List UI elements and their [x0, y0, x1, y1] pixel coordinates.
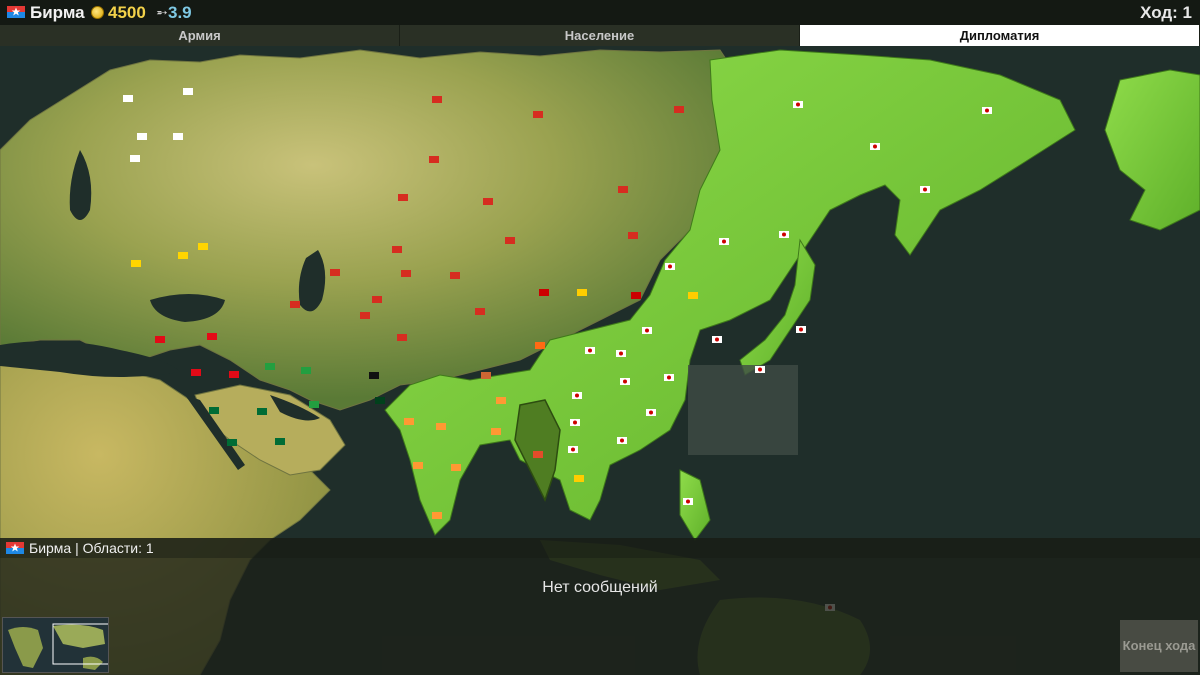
country-flag-icon	[6, 542, 24, 554]
tab-population[interactable]: Население	[400, 25, 800, 46]
country-info-text: Бирма | Области: 1	[29, 540, 154, 556]
turn-counter: Ход: 1	[1140, 3, 1192, 22]
tab-army[interactable]: Армия	[0, 25, 400, 46]
minimap[interactable]	[2, 617, 109, 673]
no-messages-text: Нет сообщений	[542, 579, 658, 596]
top-status-bar: Бирма 4500 ➵ 3.9 Ход: 1	[0, 0, 1200, 25]
tab-diplomacy[interactable]: Дипломатия	[800, 25, 1200, 46]
coin-icon	[91, 6, 104, 19]
minimap-icon	[3, 618, 108, 672]
country-info-bar: Бирма | Области: 1	[0, 538, 1200, 558]
main-tabs: Армия Население Дипломатия	[0, 25, 1200, 46]
end-turn-button[interactable]: Конец хода	[1120, 620, 1198, 672]
gold-amount: 4500	[108, 3, 146, 22]
messages-panel	[0, 558, 1200, 675]
score-value: 3.9	[168, 3, 192, 22]
ocean-highlight	[688, 365, 798, 455]
country-flag-icon	[7, 6, 25, 18]
arrow-icon: ➵	[156, 4, 168, 20]
country-name: Бирма	[30, 3, 85, 22]
